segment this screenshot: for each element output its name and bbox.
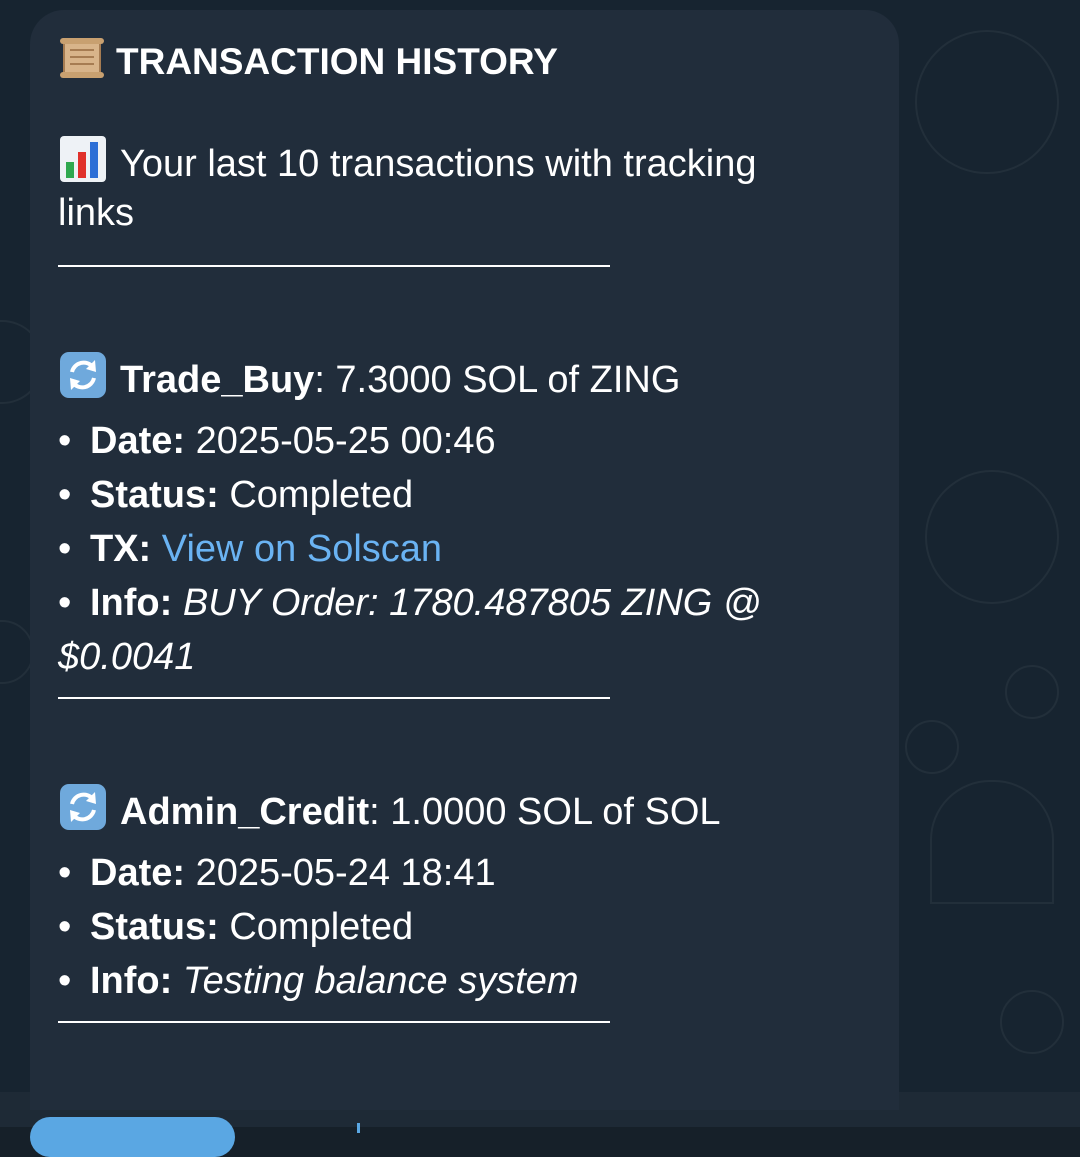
message-title: TRANSACTION HISTORY	[116, 41, 558, 82]
status-value: Completed	[229, 906, 414, 948]
transaction-date-row: • Date: 2025-05-24 18:41	[58, 846, 496, 900]
message-title-row: TRANSACTION HISTORY	[58, 34, 558, 89]
separator	[58, 265, 610, 267]
doodle-balloon-icon	[915, 30, 1059, 174]
date-value: 2025-05-24 18:41	[195, 852, 496, 894]
date-value: 2025-05-25 00:46	[195, 420, 496, 462]
transaction-info-row: • Info: Testing balance system	[58, 954, 579, 1008]
info-label: Info:	[90, 960, 173, 1002]
status-value: Completed	[229, 474, 414, 516]
bullet-icon: •	[58, 582, 72, 624]
transaction-status-row: • Status: Completed	[58, 900, 413, 954]
message-bubble: TRANSACTION HISTORY Your last 10 transac…	[30, 10, 899, 1110]
transaction-amount: : 1.0000 SOL of SOL	[369, 791, 721, 833]
message-subtitle-cont: links	[58, 192, 135, 234]
transaction-date-row: • Date: 2025-05-25 00:46	[58, 414, 496, 468]
status-label: Status:	[90, 474, 219, 516]
bullet-icon: •	[58, 474, 72, 516]
tx-label: TX:	[90, 528, 152, 570]
scroll-icon	[58, 34, 106, 82]
doodle-umbrella-icon	[930, 780, 1054, 904]
date-label: Date:	[90, 852, 186, 894]
bullet-icon: •	[58, 852, 72, 894]
message-subtitle: Your last 10 transactions with tracking	[120, 143, 757, 185]
doodle-pizza-icon	[925, 470, 1059, 604]
transaction-amount: : 7.3000 SOL of ZING	[314, 359, 681, 401]
cycle-arrows-icon	[58, 782, 108, 832]
transaction-status-row: • Status: Completed	[58, 468, 413, 522]
transaction-type: Admin_Credit	[120, 791, 370, 833]
status-label: Status:	[90, 906, 219, 948]
doodle-ball-icon	[905, 720, 959, 774]
bullet-icon: •	[58, 420, 72, 462]
doodle-shape-icon	[0, 620, 34, 684]
transaction-header: Admin_Credit: 1.0000 SOL of SOL	[58, 782, 721, 839]
transaction-info-row: • Info: BUY Order: 1780.487805 ZING @	[58, 576, 761, 630]
bullet-icon: •	[58, 906, 72, 948]
bar-chart-icon	[58, 134, 108, 184]
separator	[58, 1021, 610, 1023]
transaction-tx-row: • TX: View on Solscan	[58, 522, 442, 576]
separator	[58, 697, 610, 699]
solscan-link[interactable]: View on Solscan	[162, 528, 442, 570]
cycle-arrows-icon	[58, 350, 108, 400]
transaction-type: Trade_Buy	[120, 359, 315, 401]
doodle-fish-icon	[1000, 990, 1064, 1054]
info-value-cont: $0.0041	[58, 636, 196, 678]
info-value: Testing balance system	[182, 960, 579, 1002]
info-label: Info:	[90, 582, 173, 624]
info-value: BUY Order: 1780.487805 ZING @	[182, 582, 762, 624]
bottom-button[interactable]	[30, 1117, 235, 1157]
transaction-header: Trade_Buy: 7.3000 SOL of ZING	[58, 350, 680, 407]
bullet-icon: •	[58, 528, 72, 570]
date-label: Date:	[90, 420, 186, 462]
bullet-icon: •	[58, 960, 72, 1002]
doodle-spiral-icon	[1005, 665, 1059, 719]
bottom-indicator	[357, 1123, 360, 1133]
message-subtitle-row: Your last 10 transactions with tracking	[58, 134, 756, 191]
